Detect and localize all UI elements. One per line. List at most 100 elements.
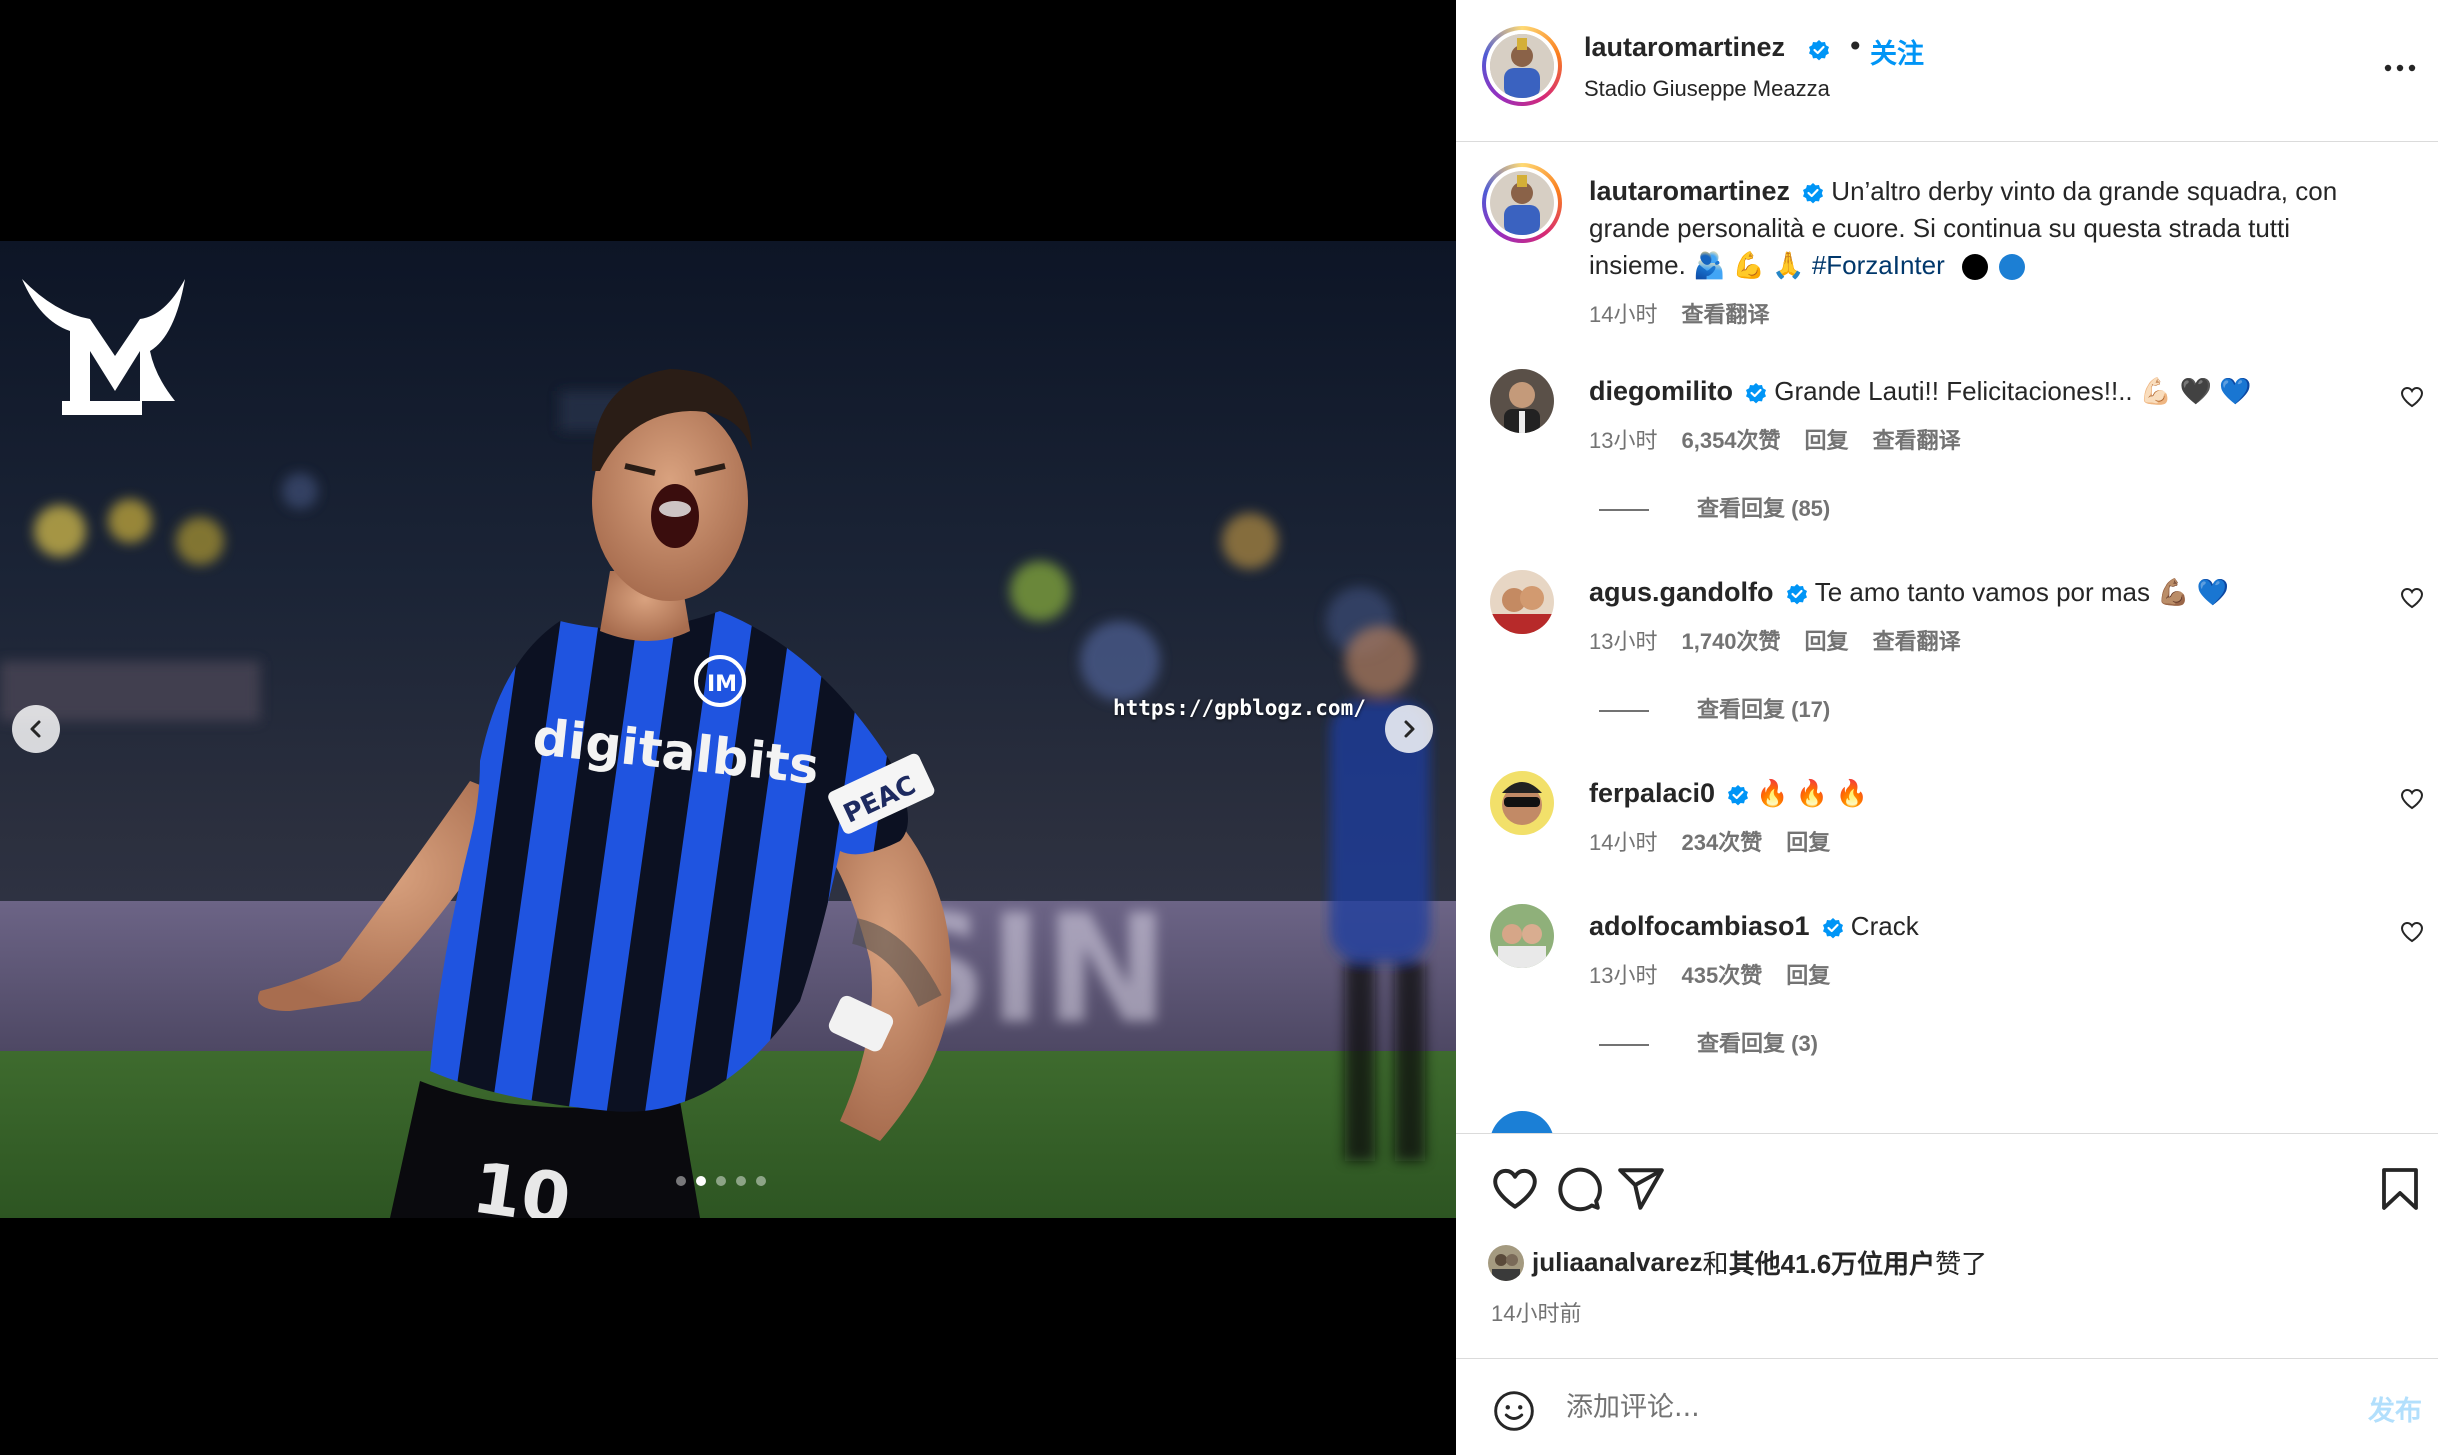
more-options-icon[interactable] (2382, 53, 2418, 83)
post-header: lautaromartinez • 关注 Stadio Giuseppe Mea… (1456, 0, 2438, 142)
liker-username-link[interactable]: juliaanalvarez (1532, 1247, 1703, 1278)
view-replies-button[interactable]: 查看回复 (3) (1599, 1026, 1818, 1058)
caption-time: 14小时 (1589, 302, 1658, 327)
likes-conjunction: 和 (1702, 1249, 1729, 1279)
comment-time: 13小时 (1589, 629, 1658, 654)
caption-meta: 14小时 查看翻译 (1589, 297, 1794, 329)
comment-username-link[interactable]: ferpalaci0 (1589, 778, 1715, 808)
svg-text:10: 10 (468, 1147, 576, 1218)
like-comment-heart-icon[interactable] (2400, 586, 2424, 610)
liker-avatar[interactable] (1488, 1244, 1524, 1281)
comment-bubble-icon[interactable] (1553, 1164, 1603, 1214)
comment-item: agus.gandolfo Te amo tanto vamos por mas… (1456, 570, 2438, 770)
comment-meta: 13小时 1,740次赞 回复 查看翻译 (1589, 624, 1985, 656)
verified-badge-icon (1822, 918, 1843, 939)
caption-line-3: insieme. 🫂 💪 🙏 (1589, 250, 1812, 280)
comment-item: ferpalaci0 🔥 🔥 🔥 14小时 234次赞 回复 (1456, 771, 2438, 901)
comment-time: 14小时 (1589, 830, 1658, 855)
comments-list[interactable]: lautaromartinez Un’altro derby vinto da … (1456, 143, 2438, 1133)
comment-meta: 13小时 6,354次赞 回复 查看翻译 (1589, 423, 1985, 455)
comment-username-link[interactable]: adolfocambiaso1 (1589, 911, 1810, 941)
slide-dot (716, 1176, 726, 1186)
view-replies-label: 查看回复 (85) (1697, 496, 1831, 521)
svg-text:IM: IM (707, 672, 737, 697)
slide-dot (736, 1176, 746, 1186)
header-username-link[interactable]: lautaromartinez (1584, 32, 1785, 63)
reply-button[interactable]: 回复 (1786, 963, 1830, 988)
photo-illustration: SIN 10 PEAC IM digitalbits (0, 241, 1456, 1218)
view-replies-button[interactable]: 查看回复 (17) (1599, 692, 1830, 724)
comment-time: 13小时 (1589, 428, 1658, 453)
comment-input[interactable] (1566, 1379, 2266, 1435)
black-circle-emoji (1962, 254, 1989, 281)
comment-likes[interactable]: 234次赞 (1681, 830, 1762, 855)
verified-badge-icon (1786, 584, 1807, 605)
comment-username-link[interactable]: diegomilito (1589, 376, 1733, 406)
comment-likes[interactable]: 1,740次赞 (1681, 629, 1780, 654)
next-slide-button[interactable] (1385, 705, 1433, 753)
post-timestamp[interactable]: 14小时前 (1491, 1296, 1581, 1328)
comment-time: 13小时 (1589, 963, 1658, 988)
post-photo: SIN 10 PEAC IM digitalbits (0, 241, 1456, 1218)
like-comment-heart-icon[interactable] (2400, 385, 2424, 409)
see-translation-button[interactable]: 查看翻译 (1681, 302, 1769, 327)
comment-emoji: 💪🏽 💙 (2157, 577, 2230, 607)
comment-likes[interactable]: 6,354次赞 (1681, 428, 1780, 453)
emoji-picker-icon[interactable] (1492, 1389, 1536, 1433)
story-ring[interactable] (1482, 26, 1562, 106)
comment-emoji: 🔥 🔥 🔥 (1756, 778, 1868, 808)
hashtag-link[interactable]: #ForzaInter (1812, 250, 1945, 280)
avatar[interactable] (1490, 771, 1554, 835)
view-replies-label: 查看回复 (17) (1697, 697, 1831, 722)
caption-text: lautaromartinez Un’altro derby vinto da … (1589, 173, 2409, 284)
avatar[interactable] (1490, 570, 1554, 634)
reply-button[interactable]: 回复 (1786, 830, 1830, 855)
avatar[interactable] (1490, 369, 1554, 433)
media-pane: SIN 10 PEAC IM digitalbits https://gpblo… (0, 0, 1456, 1455)
like-comment-heart-icon[interactable] (2400, 787, 2424, 811)
view-replies-button[interactable]: 查看回复 (85) (1599, 491, 1830, 523)
see-translation-button[interactable]: 查看翻译 (1873, 629, 1961, 654)
save-bookmark-icon[interactable] (2378, 1164, 2422, 1214)
comment-text: Te amo tanto vamos por mas (1814, 577, 2150, 607)
avatar (1490, 171, 1554, 235)
avatar (1490, 34, 1554, 98)
slide-dot (756, 1176, 766, 1186)
likes-summary: juliaanalvarez 和其他41.6万位用户 赞了 (1488, 1244, 1987, 1281)
reply-button[interactable]: 回复 (1805, 428, 1849, 453)
comment-item: adolfocambiaso1 Crack 13小时 435次赞 回复 查看回复 (… (1456, 904, 2438, 1104)
follow-button[interactable]: 关注 (1870, 32, 1924, 71)
comment-body: diegomilito Grande Lauti!! Felicitacione… (1589, 373, 2349, 410)
reply-button[interactable]: 回复 (1805, 629, 1849, 654)
post-actions: juliaanalvarez 和其他41.6万位用户 赞了 14小时前 (1456, 1133, 2438, 1358)
caption-block: lautaromartinez Un’altro derby vinto da … (1456, 143, 2438, 343)
comment-likes[interactable]: 435次赞 (1681, 963, 1762, 988)
slide-dot (676, 1176, 686, 1186)
chevron-right-icon (1404, 720, 1415, 738)
chevron-left-icon (30, 720, 41, 738)
previous-slide-button[interactable] (12, 705, 60, 753)
avatar[interactable] (1490, 904, 1554, 968)
verified-badge-icon (1803, 183, 1824, 204)
like-heart-icon[interactable] (1490, 1164, 1540, 1214)
post-comment-button[interactable]: 发布 (2368, 1389, 2422, 1428)
verified-badge-icon (1746, 383, 1767, 404)
story-ring[interactable] (1482, 163, 1562, 243)
likes-others-link[interactable]: 其他41.6万位用户 (1729, 1244, 1936, 1281)
comment-item-partial (1490, 1111, 1554, 1133)
slide-indicator (676, 1176, 766, 1186)
separator-dot: • (1847, 30, 1864, 63)
location-link[interactable]: Stadio Giuseppe Meazza (1584, 76, 1830, 102)
watermark-url: https://gpblogz.com/ (1113, 696, 1366, 720)
like-comment-heart-icon[interactable] (2400, 920, 2424, 944)
comment-body: agus.gandolfo Te amo tanto vamos por mas… (1589, 574, 2349, 611)
comment-body: ferpalaci0 🔥 🔥 🔥 (1589, 775, 2349, 812)
add-comment-bar: 发布 (1456, 1358, 2438, 1455)
caption-username-link[interactable]: lautaromartinez (1589, 176, 1790, 206)
comment-username-link[interactable]: agus.gandolfo (1589, 577, 1774, 607)
see-translation-button[interactable]: 查看翻译 (1873, 428, 1961, 453)
post-side-panel: lautaromartinez • 关注 Stadio Giuseppe Mea… (1456, 0, 2438, 1455)
comment-meta: 14小时 234次赞 回复 (1589, 825, 1854, 857)
likes-suffix: 赞了 (1935, 1249, 1988, 1279)
share-send-icon[interactable] (1616, 1164, 1666, 1214)
